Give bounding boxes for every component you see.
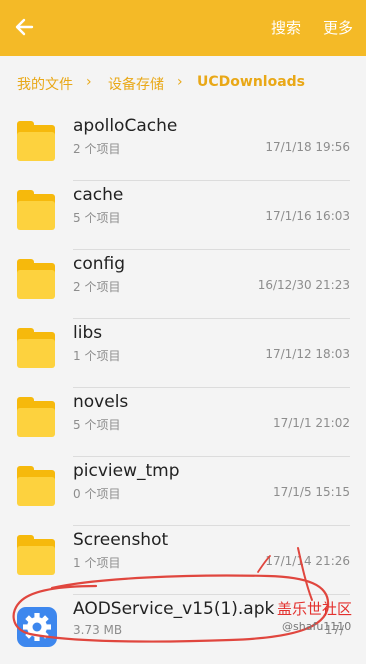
file-size: 3.73 MB	[73, 623, 123, 637]
file-name: Screenshot	[73, 530, 169, 550]
file-name: apolloCache	[73, 116, 178, 136]
item-count: 2 个项目	[73, 142, 121, 156]
modified-time: 17/1/12 18:03	[265, 347, 350, 361]
folder-icon	[17, 397, 55, 437]
back-button[interactable]	[10, 12, 40, 42]
item-count: 1 个项目	[73, 349, 121, 363]
chevron-right-icon: ›	[177, 74, 183, 90]
folder-icon	[17, 466, 55, 506]
folder-icon	[17, 535, 55, 575]
modified-time: 17/1/16 16:03	[265, 209, 350, 223]
folder-icon	[17, 190, 55, 230]
settings-gear-icon	[17, 607, 57, 647]
more-button[interactable]: 更多	[323, 17, 353, 38]
list-item[interactable]: libs 1 个项目 17/1/12 18:03	[0, 319, 366, 388]
list-item[interactable]: picview_tmp 0 个项目 17/1/5 15:15	[0, 457, 366, 526]
item-count: 5 个项目	[73, 211, 121, 225]
modified-time: 17/1/18 19:56	[265, 140, 350, 154]
file-name: cache	[73, 185, 124, 205]
folder-icon	[17, 328, 55, 368]
folder-icon	[17, 259, 55, 299]
watermark-logo-text: 盖乐世社区	[277, 600, 353, 618]
file-name: libs	[73, 323, 103, 343]
list-item[interactable]: Screenshot 1 个项目 17/1/14 21:26	[0, 526, 366, 595]
folder-icon	[17, 121, 55, 161]
back-arrow-icon	[15, 18, 34, 36]
file-list: apolloCache 2 个项目 17/1/18 19:56 cache 5 …	[0, 112, 366, 664]
modified-time: 17/1/1 21:02	[272, 416, 350, 430]
item-count: 2 个项目	[73, 280, 121, 294]
search-button[interactable]: 搜索	[271, 17, 301, 38]
list-item[interactable]: novels 5 个项目 17/1/1 21:02	[0, 388, 366, 457]
breadcrumb-device-storage[interactable]: 设备存储	[108, 74, 164, 94]
item-count: 5 个项目	[73, 418, 121, 432]
watermark-user: @shafu1110	[282, 620, 352, 633]
modified-time: 17/1/14 21:26	[265, 554, 350, 568]
breadcrumb-ucdownloads[interactable]: UCDownloads	[197, 74, 305, 90]
file-name: AODService_v15(1).apk	[73, 599, 275, 619]
chevron-right-icon: ›	[86, 74, 92, 90]
file-name: picview_tmp	[73, 461, 180, 481]
item-count: 0 个项目	[73, 487, 121, 501]
list-item[interactable]: apolloCache 2 个项目 17/1/18 19:56	[0, 112, 366, 181]
modified-time: 17/1/5 15:15	[272, 485, 350, 499]
item-count: 1 个项目	[73, 556, 121, 570]
breadcrumb: 我的文件 › 设备存储 › UCDownloads	[0, 56, 366, 112]
list-item[interactable]: cache 5 个项目 17/1/16 16:03	[0, 181, 366, 250]
breadcrumb-my-files[interactable]: 我的文件	[17, 74, 73, 94]
modified-time: 16/12/30 21:23	[257, 278, 350, 292]
app-bar: 搜索 更多	[0, 0, 366, 56]
file-name: novels	[73, 392, 129, 412]
list-item[interactable]: config 2 个项目 16/12/30 21:23	[0, 250, 366, 319]
file-name: config	[73, 254, 126, 274]
